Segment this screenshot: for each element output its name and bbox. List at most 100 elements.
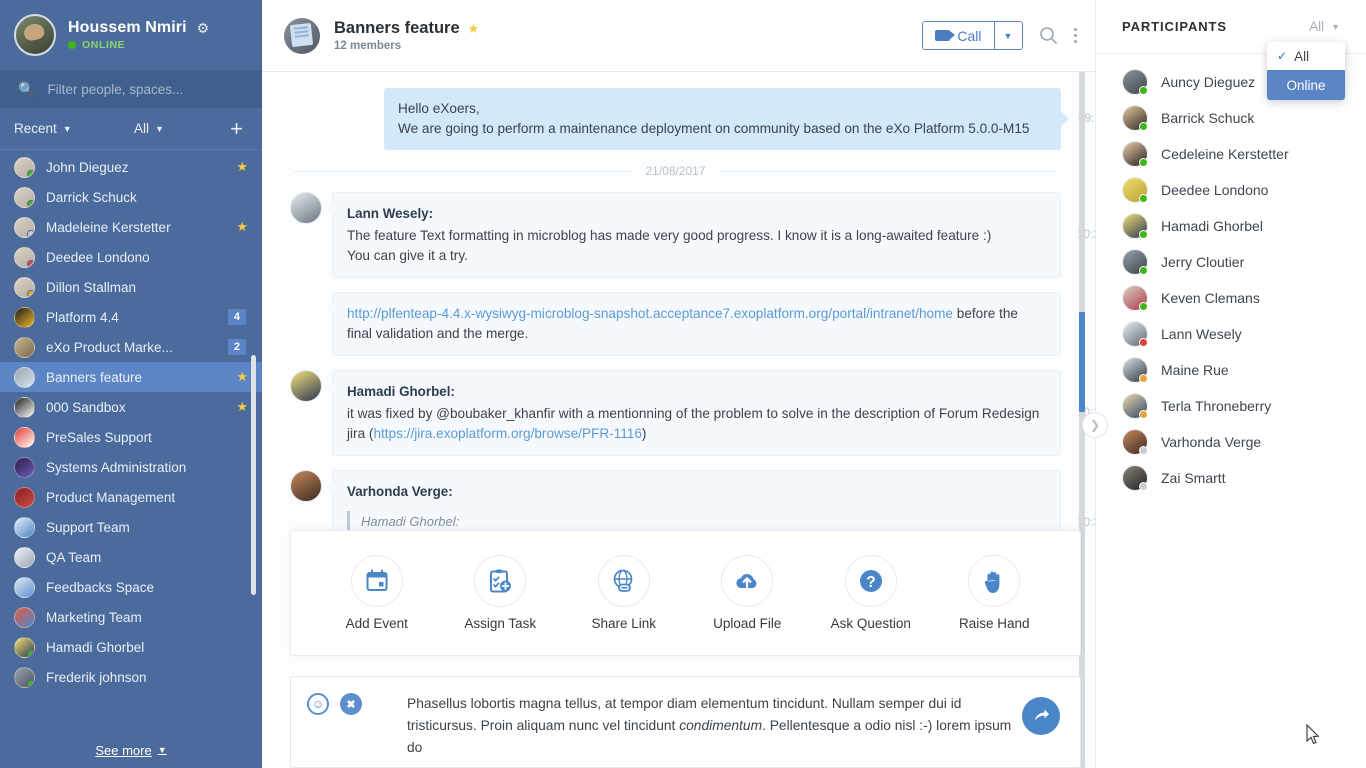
sidebar-item-label: eXo Product Marke... <box>46 339 173 355</box>
participant-list-item[interactable]: Varhonda Verge <box>1096 424 1366 460</box>
message-text-line: it was fixed by @boubaker_khanfir with a… <box>347 404 1046 444</box>
call-options-dropdown[interactable]: ▼ <box>993 22 1022 49</box>
participant-list-item[interactable]: Zai Smartt <box>1096 460 1366 496</box>
message-link[interactable]: http://plfenteap-4.4.x-wysiwyg-microblog… <box>347 306 953 321</box>
smiley-icon[interactable]: ☺ <box>307 693 329 715</box>
sidebar-item-marketing-team[interactable]: Marketing Team <box>0 602 262 632</box>
presence-dot-icon <box>1139 302 1148 311</box>
participant-avatar <box>1122 141 1148 167</box>
kebab-menu-icon[interactable] <box>1073 27 1077 44</box>
participant-list-item[interactable]: Cedeleine Kerstetter <box>1096 136 1366 172</box>
participant-avatar <box>1122 465 1148 491</box>
sidebar-item-qa-team[interactable]: QA Team <box>0 542 262 572</box>
search-icon[interactable] <box>1039 26 1058 45</box>
sidebar-item-avatar <box>14 156 35 178</box>
video-camera-icon <box>935 30 956 41</box>
sidebar-item-avatar <box>14 366 35 388</box>
sidebar-item-madeleine-kerstetter[interactable]: Madeleine Kerstetter ★ <box>0 212 262 242</box>
gear-icon[interactable]: ⚙ <box>197 20 210 37</box>
participant-list-item[interactable]: Maine Rue <box>1096 352 1366 388</box>
sidebar-item-avatar <box>14 636 35 658</box>
message-row: Hello eXoers, We are going to perform a m… <box>290 88 1095 150</box>
participant-list-item[interactable]: Deedee Londono <box>1096 172 1366 208</box>
sidebar-item-avatar <box>14 186 35 208</box>
sidebar-item-label: Darrick Schuck <box>46 189 137 205</box>
sidebar-item-john-dieguez[interactable]: John Dieguez ★ <box>0 152 262 182</box>
message-scrollbar-thumb[interactable] <box>1079 312 1085 412</box>
sidebar-room-list: John Dieguez ★ Darrick Schuck Madeleine Ker… <box>0 150 262 732</box>
chevron-down-icon: ▼ <box>157 745 167 755</box>
dropdown-option-label: All <box>1294 48 1310 64</box>
sidebar-item-deedee-londono[interactable]: Deedee Londono <box>0 242 262 272</box>
action-upload-file[interactable]: Upload File <box>692 555 802 631</box>
sidebar-item-hamadi-ghorbel[interactable]: Hamadi Ghorbel <box>0 632 262 662</box>
sidebar-item-exo-product-marke[interactable]: eXo Product Marke... 2 <box>0 332 262 362</box>
sidebar-item-label: Marketing Team <box>46 609 142 625</box>
sidebar-item-dillon-stallman[interactable]: Dillon Stallman <box>0 272 262 302</box>
star-icon[interactable]: ★ <box>236 159 248 175</box>
room-avatar <box>284 17 320 54</box>
filter-all[interactable]: All ▼ <box>134 121 164 136</box>
participant-name: Hamadi Ghorbel <box>1161 218 1263 234</box>
close-circle-icon[interactable]: ✖ <box>340 693 362 715</box>
message-composer[interactable]: ☺ ✖ Phasellus lobortis magna tellus, at … <box>290 676 1081 768</box>
sidebar-item-frederik-johnson[interactable]: Frederik johnson <box>0 662 262 692</box>
message-link[interactable]: https://jira.exoplatform.org/browse/PFR-… <box>373 426 641 441</box>
dropdown-option-online[interactable]: Online <box>1267 70 1345 100</box>
dropdown-option-all[interactable]: ✓ All <box>1267 42 1345 70</box>
send-button[interactable] <box>1022 697 1060 735</box>
participants-filter-dropdown: ✓ All Online <box>1267 42 1345 100</box>
star-icon[interactable]: ★ <box>236 369 248 385</box>
sidebar-item-avatar <box>14 426 35 448</box>
message-bubble: Lann Wesely: The feature Text formatting … <box>326 192 1095 278</box>
search-input[interactable] <box>47 81 244 97</box>
participant-list-item[interactable]: Lann Wesely <box>1096 316 1366 352</box>
sidebar-item-systems-administration[interactable]: Systems Administration <box>0 452 262 482</box>
sidebar-item-feedbacks-space[interactable]: Feedbacks Space <box>0 572 262 602</box>
sidebar-item-product-management[interactable]: Product Management <box>0 482 262 512</box>
sidebar-item-support-team[interactable]: Support Team <box>0 512 262 542</box>
sidebar-item-000-sandbox[interactable]: 000 Sandbox ★ <box>0 392 262 422</box>
participant-avatar <box>1122 69 1148 95</box>
message-list: Hello eXoers, We are going to perform a m… <box>262 72 1095 768</box>
current-user-header[interactable]: Houssem Nmiri ⚙ ONLINE <box>0 0 262 70</box>
sidebar-item-presales-support[interactable]: PreSales Support <box>0 422 262 452</box>
sidebar-search[interactable]: 🔍 <box>0 70 262 108</box>
presence-dot-icon <box>1139 86 1148 95</box>
participant-name: Varhonda Verge <box>1161 434 1262 450</box>
message-input[interactable]: Phasellus lobortis magna tellus, at temp… <box>373 693 1066 759</box>
presence-dot-icon <box>1139 482 1148 491</box>
action-raise-hand[interactable]: Raise Hand <box>939 555 1049 631</box>
action-assign-task[interactable]: Assign Task <box>445 555 555 631</box>
participant-list-item[interactable]: Barrick Schuck <box>1096 100 1366 136</box>
participant-avatar <box>1122 213 1148 239</box>
presence-dot-icon <box>1139 410 1148 419</box>
call-button-group: Call ▼ <box>922 21 1023 50</box>
sidebar-filter-bar: Recent ▼ All ▼ + <box>0 108 262 150</box>
call-button[interactable]: Call <box>923 22 994 49</box>
message-row: Hamadi Ghorbel: it was fixed by @boubaker… <box>290 370 1095 456</box>
participant-list-item[interactable]: Hamadi Ghorbel <box>1096 208 1366 244</box>
sidebar-scrollbar[interactable] <box>251 355 256 595</box>
online-dot-icon <box>68 41 76 49</box>
see-more-button[interactable]: See more ▼ <box>0 732 262 768</box>
add-button[interactable]: + <box>230 117 243 140</box>
action-add-event[interactable]: Add Event <box>322 555 432 631</box>
participant-list-item[interactable]: Keven Clemans <box>1096 280 1366 316</box>
action-share-link[interactable]: Share Link <box>569 555 679 631</box>
globe-link-icon <box>597 555 650 607</box>
action-ask-question[interactable]: ? Ask Question <box>816 555 926 631</box>
star-icon[interactable]: ★ <box>468 21 480 37</box>
star-icon[interactable]: ★ <box>236 399 248 415</box>
star-icon[interactable]: ★ <box>236 219 248 235</box>
filter-recent[interactable]: Recent ▼ <box>14 121 72 136</box>
participant-list-item[interactable]: Terla Throneberry <box>1096 388 1366 424</box>
participants-filter[interactable]: All ▼ <box>1309 19 1340 34</box>
sidebar-item-banners-feature[interactable]: Banners feature ★ <box>0 362 262 392</box>
sidebar-item-platform-4-4[interactable]: Platform 4.4 4 <box>0 302 262 332</box>
sidebar-item-darrick-schuck[interactable]: Darrick Schuck <box>0 182 262 212</box>
presence-dot-icon <box>1139 230 1148 239</box>
chevron-right-icon[interactable]: ❯ <box>1082 412 1108 438</box>
participant-list-item[interactable]: Jerry Cloutier <box>1096 244 1366 280</box>
quick-actions-panel: Add Event Assign Task Share Link Upload Fil… <box>290 530 1081 656</box>
